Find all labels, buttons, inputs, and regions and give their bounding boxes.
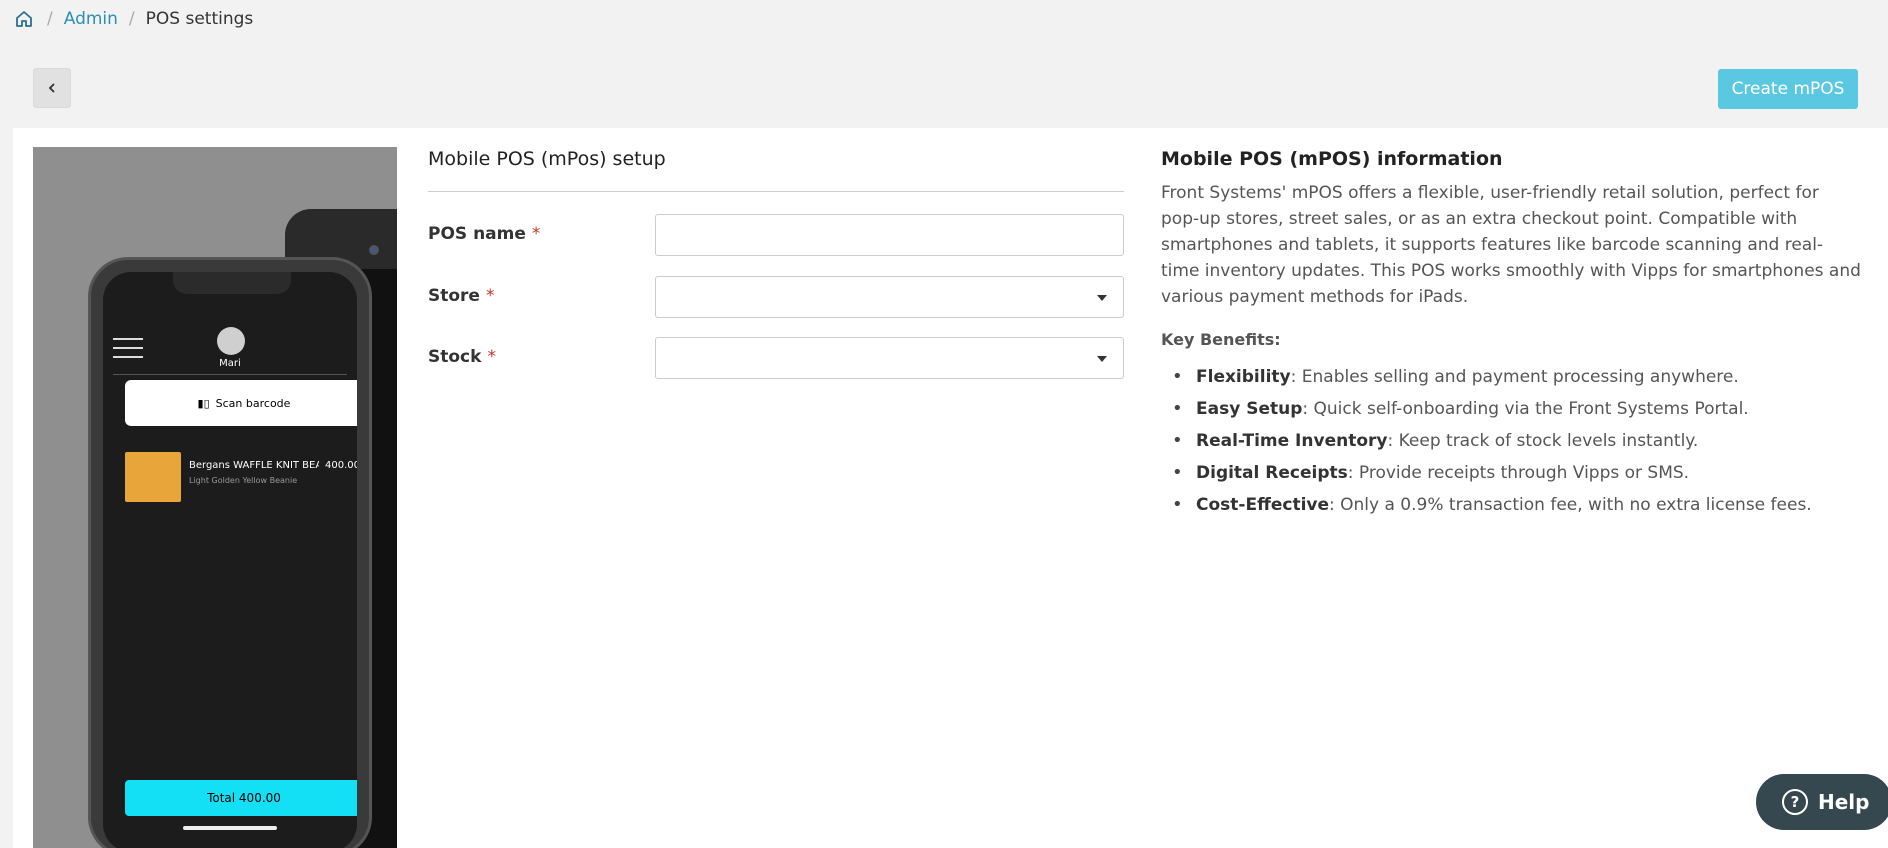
avatar (217, 327, 245, 355)
form-title: Mobile POS (mPos) setup (428, 148, 1124, 192)
beanie-product-image (125, 452, 181, 502)
required-mark: * (487, 347, 496, 367)
required-mark: * (531, 224, 541, 244)
store-label: Store (428, 286, 480, 306)
required-mark: * (485, 286, 495, 306)
store-select[interactable] (655, 276, 1124, 318)
caret-down-icon (1097, 356, 1107, 362)
phone-notch (173, 272, 291, 294)
breadcrumb-separator: / (47, 9, 53, 29)
chevron-left-icon (48, 83, 55, 93)
create-mpos-button[interactable]: Create mPOS (1718, 69, 1858, 109)
home-icon[interactable] (14, 8, 36, 30)
breadcrumb: / Admin / POS settings (14, 8, 253, 30)
caret-down-icon (1097, 295, 1107, 301)
pos-name-row: POS name * (428, 214, 1124, 256)
info-title: Mobile POS (mPOS) information (1161, 148, 1503, 170)
toolbar: Create mPOS (13, 44, 1876, 127)
phone-item-desc: Light Golden Yellow Beanie (189, 476, 298, 485)
help-label: Help (1818, 790, 1870, 814)
phone-home-indicator (183, 826, 277, 830)
mpos-setup-form: Mobile POS (mPos) setup POS name * Store *… (428, 148, 1124, 379)
question-circle-icon: ? (1782, 789, 1808, 815)
list-item: Easy Setup: Quick self-onboarding via th… (1172, 397, 1861, 421)
list-item: Flexibility: Enables selling and payment… (1172, 365, 1861, 389)
main-panel: Mari ▮▯ Scan barcode Bergans WAFFLE KNIT… (13, 128, 1888, 848)
store-row: Store * (428, 276, 1124, 318)
scan-barcode-label: Scan barcode (215, 396, 291, 410)
breadcrumb-admin[interactable]: Admin (64, 9, 118, 29)
barcode-scanner-icon: ▮▯ (197, 396, 210, 410)
pos-name-label: POS name (428, 224, 526, 244)
mpos-promo-image: Mari ▮▯ Scan barcode Bergans WAFFLE KNIT… (33, 147, 397, 848)
pos-name-input[interactable] (655, 214, 1124, 256)
list-item: Cost-Effective: Only a 0.9% transaction … (1172, 493, 1861, 517)
breadcrumb-current: POS settings (145, 9, 254, 29)
hamburger-menu-icon (113, 338, 143, 358)
phone-illustration: Mari ▮▯ Scan barcode Bergans WAFFLE KNIT… (88, 257, 372, 848)
breadcrumb-separator: / (128, 9, 135, 29)
benefits-list: Flexibility: Enables selling and payment… (1161, 365, 1861, 517)
phone-user-name: Mari (219, 358, 241, 369)
info-description: Front Systems' mPOS offers a flexible, u… (1161, 183, 1861, 307)
help-button[interactable]: ? Help (1756, 774, 1888, 830)
camera-icon (369, 245, 379, 255)
mpos-info-panel: Mobile POS (mPOS) information Front Syst… (1161, 148, 1861, 525)
phone-item-price: 400.00 (325, 460, 357, 471)
list-item: Real-Time Inventory: Keep track of stock… (1172, 429, 1861, 453)
stock-label: Stock (428, 347, 482, 367)
back-button[interactable] (33, 68, 71, 108)
phone-total-button: Total 400.00 (125, 780, 357, 816)
phone-screen: Mari ▮▯ Scan barcode Bergans WAFFLE KNIT… (103, 272, 357, 848)
key-benefits-heading: Key Benefits: (1161, 330, 1281, 349)
stock-row: Stock * (428, 337, 1124, 379)
divider (113, 374, 347, 375)
list-item: Digital Receipts: Provide receipts throu… (1172, 461, 1861, 485)
phone-item-name: Bergans WAFFLE KNIT BEANIE (189, 460, 319, 471)
stock-select[interactable] (655, 337, 1124, 379)
scan-barcode-button: ▮▯ Scan barcode (125, 380, 357, 426)
